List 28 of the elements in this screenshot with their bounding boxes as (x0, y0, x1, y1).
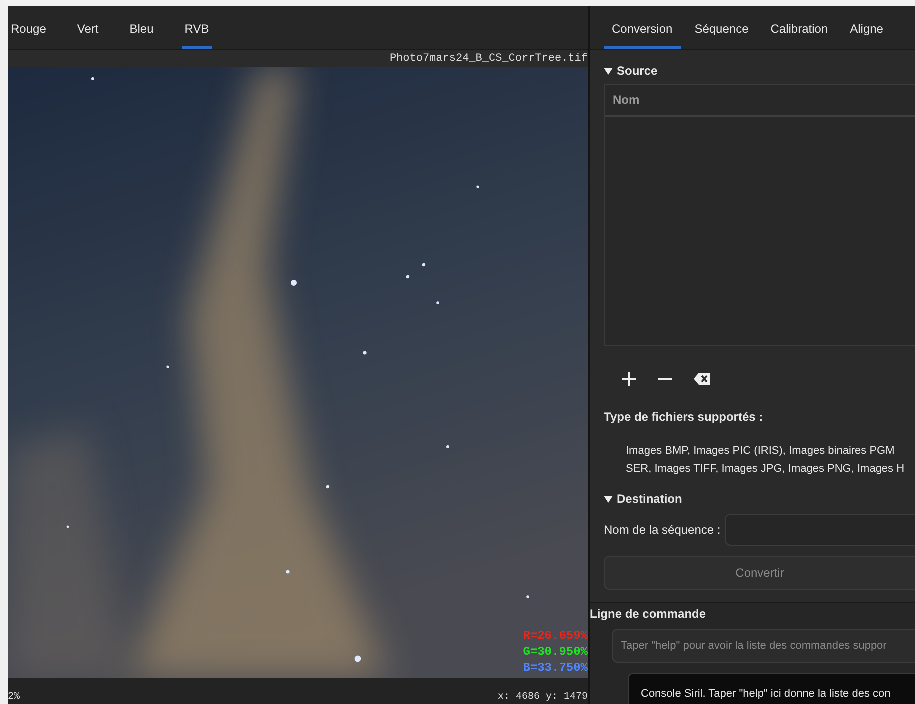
channel-readout: B=33.750% (523, 660, 588, 676)
section-title: Source (617, 64, 658, 78)
command-field[interactable]: Taper "help" pour avoir la liste des commandes suppor (612, 629, 915, 663)
section-label: Type de fichiers supportés : (604, 410, 764, 424)
channel-readout: R=26.659% (523, 628, 588, 644)
column-header[interactable]: Nom (613, 93, 640, 107)
channel-tab[interactable]: Bleu (126, 22, 157, 49)
section-title: Destination (617, 492, 682, 506)
panel-tab[interactable]: Calibration (762, 22, 836, 49)
file-name: Photo7mars24_B_CS_CorrTree.tif (390, 52, 588, 64)
channel-readout: G=30.950% (523, 644, 588, 660)
field-label: Nom de la séquence : (604, 523, 721, 537)
panel-tab[interactable]: Aligne (842, 22, 892, 49)
add-icon[interactable] (622, 372, 636, 386)
file-list[interactable]: Nom (604, 84, 915, 346)
channel-tab[interactable]: Vert (74, 22, 102, 49)
tooltip: Console Siril. Taper "help" ici donne la liste des con (628, 673, 915, 704)
expanded-icon[interactable] (604, 496, 613, 502)
cursor-coordinates: x: 4686 y: 1479 (498, 692, 588, 703)
clear-icon[interactable] (694, 373, 710, 385)
panel-tab[interactable]: Conversion (604, 22, 681, 49)
expanded-icon[interactable] (604, 68, 613, 74)
channel-tab[interactable]: Rouge (8, 22, 50, 49)
section-title: Ligne de commande (590, 607, 708, 621)
format-list: Images BMP, Images PIC (IRIS), Images binaires PGM (626, 442, 915, 460)
zoom-level: 2% (8, 692, 20, 703)
format-list: SER, Images TIFF, Images JPG, Images PNG, Images H (626, 460, 915, 478)
panel-tab[interactable]: Séquence (686, 22, 757, 49)
